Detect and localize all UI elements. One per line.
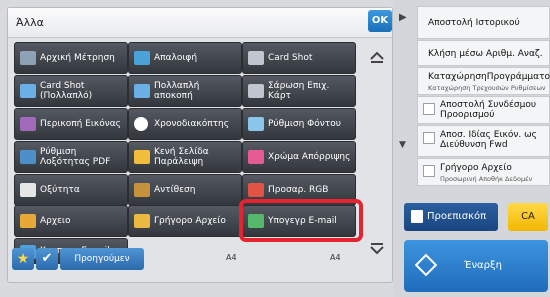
rgb-adjust-icon — [248, 183, 264, 197]
collapse-arrow-icon[interactable]: ▶ — [399, 12, 409, 26]
previous-button[interactable]: Προηγούμεν — [60, 248, 144, 270]
multi-crop-icon — [134, 84, 150, 98]
send-same-image-item[interactable]: Αποσ. Ιδίας Εικόν. ως Διεύθυνση Fwd — [417, 125, 550, 157]
quick-file-item[interactable]: Γρήγορο Αρχείο Προσωρινή Αποθήκ Δεδομέν — [417, 158, 550, 186]
function-label: Σάρωση Επιχ. Κάρτ — [268, 81, 330, 101]
start-label: Έναρξη — [464, 260, 502, 271]
function-image-crop[interactable]: Περικοπή Εικόνας — [14, 108, 128, 140]
function-contrast[interactable]: Αντίθεση — [128, 174, 242, 206]
function-label: Πολλαπλή αποκοπή — [154, 81, 200, 101]
function-timer[interactable]: Χρονοδιακόπτης — [128, 108, 242, 140]
function-business-card-scan[interactable]: Σάρωση Επιχ. Κάρτ — [242, 75, 356, 107]
function-card-shot[interactable]: Card Shot — [242, 42, 356, 74]
function-label: Χρονοδιακόπτης — [154, 119, 230, 129]
function-label: Ρύθμιση Φόντου — [268, 119, 341, 129]
function-file[interactable]: Αρχειο — [14, 205, 128, 237]
erase-icon — [134, 51, 150, 65]
blank-page-skip-icon — [134, 150, 150, 164]
panel-scroll-down-icon[interactable]: ▼ — [399, 140, 411, 152]
send-link-label: Αποστολή Συνδέσμου Προορισμού — [440, 100, 537, 120]
function-label: Αρχειο — [40, 216, 71, 226]
start-button[interactable]: Έναρξη — [404, 240, 548, 292]
ok-button[interactable]: OK — [368, 10, 392, 32]
quick-file-sublabel: Προσωρινή Αποθήκ Δεδομέν — [440, 175, 533, 183]
function-label: Αρχική Μέτρηση — [40, 53, 115, 63]
program-register-sublabel: Καταχώρηση Τρεχουσών Ρυθμίσεων — [428, 84, 546, 92]
function-label: Απαλοιφή — [154, 53, 198, 63]
function-erase[interactable]: Απαλοιφή — [128, 42, 242, 74]
function-label: Οξύτητα — [40, 185, 80, 195]
scroll-up-icon[interactable] — [368, 48, 386, 66]
function-label: Περικοπή Εικόνας — [40, 119, 121, 129]
paper-size-right: A4 — [330, 253, 341, 262]
favorites-star-button[interactable]: ★ — [12, 248, 34, 270]
function-label: Card Shot (Πολλαπλό) — [40, 81, 93, 101]
send-history-label: Αποστολή Ιστορικού — [428, 18, 520, 28]
paper-size-left: A4 — [226, 253, 237, 262]
send-link-item[interactable]: Αποστολή Συνδέσμου Προορισμού — [417, 96, 550, 124]
start-icon — [414, 253, 438, 277]
pdf-skew-icon — [20, 150, 36, 164]
call-search-number-label: Κλήση μέσω Αριθμ. Αναζ. — [428, 49, 543, 59]
business-card-scan-icon — [248, 84, 264, 98]
function-card-shot-multi[interactable]: Card Shot (Πολλαπλό) — [14, 75, 128, 107]
card-shot-icon — [248, 51, 264, 65]
file-icon — [20, 214, 36, 228]
preview-label: Προεπισκόπ — [427, 211, 487, 222]
function-multi-crop[interactable]: Πολλαπλή αποκοπή — [128, 75, 242, 107]
clear-all-button[interactable]: CA — [508, 203, 548, 231]
quick-file-label: Γρήγορο Αρχείο — [440, 163, 512, 173]
scroll-down-icon[interactable] — [368, 240, 386, 258]
function-label: Κενή Σελίδα Παράλειψη — [154, 147, 209, 167]
function-background-adjust[interactable]: Ρύθμιση Φόντου — [242, 108, 356, 140]
function-label: Αντίθεση — [154, 185, 196, 195]
function-label: Ρύθμιση Λοξότητας PDF — [40, 147, 111, 167]
quick-file-icon — [134, 214, 150, 228]
card-shot-multi-icon — [20, 84, 36, 98]
check-settings-button[interactable]: ✔ — [36, 248, 58, 270]
program-register-label: ΚαταχώρησηΠρογράμματος — [428, 72, 550, 82]
function-quick-file[interactable]: Γρήγορο Αρχείο — [128, 205, 242, 237]
function-pdf-skew[interactable]: Ρύθμιση Λοξότητας PDF — [14, 141, 128, 173]
preview-button[interactable]: Προεπισκόπ — [404, 203, 498, 231]
image-crop-icon — [20, 117, 36, 131]
preview-icon — [411, 210, 423, 223]
background-adjust-icon — [248, 117, 264, 131]
timer-icon — [134, 117, 148, 131]
contrast-icon — [134, 183, 150, 197]
program-register-item[interactable]: ΚαταχώρησηΠρογράμματος Καταχώρηση Τρεχου… — [417, 67, 550, 95]
highlight-ring — [239, 199, 363, 242]
function-label: Γρήγορο Αρχείο — [154, 216, 226, 226]
quick-file-checkbox[interactable] — [423, 165, 435, 177]
send-same-image-label: Αποσ. Ιδίας Εικόν. ως Διεύθυνση Fwd — [440, 130, 537, 150]
send-link-checkbox[interactable] — [423, 103, 435, 115]
function-blank-page-skip[interactable]: Κενή Σελίδα Παράλειψη — [128, 141, 242, 173]
function-sharpness[interactable]: Οξύτητα — [14, 174, 128, 206]
home-counter-icon — [20, 51, 36, 65]
send-history-item[interactable]: Αποστολή Ιστορικού — [417, 6, 550, 39]
send-same-image-checkbox[interactable] — [423, 132, 435, 144]
popup-header: Άλλα OK — [8, 8, 392, 38]
function-label: Χρώμα Απόρριψης — [268, 152, 351, 162]
function-label: Card Shot — [268, 53, 313, 63]
sharpness-icon — [20, 183, 36, 197]
call-search-number-item[interactable]: Κλήση μέσω Αριθμ. Αναζ. — [417, 40, 550, 66]
function-home-counter[interactable]: Αρχική Μέτρηση — [14, 42, 128, 74]
function-color-dropout[interactable]: Χρώμα Απόρριψης — [242, 141, 356, 173]
color-dropout-icon — [248, 150, 264, 164]
popup-title: Άλλα — [16, 16, 44, 29]
